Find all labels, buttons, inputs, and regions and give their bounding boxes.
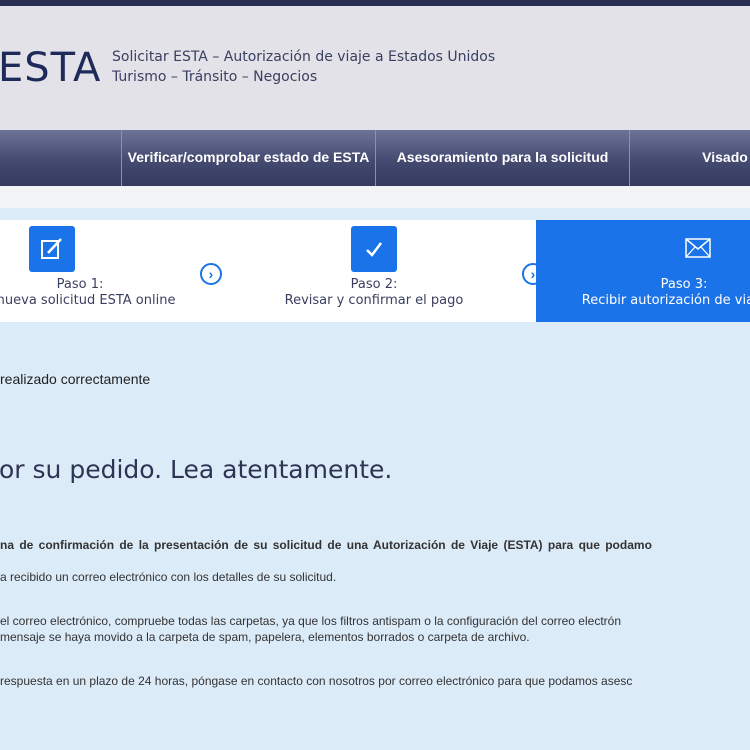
spam-check-line-2: mensaje se haya movido a la carpeta de s…: [0, 630, 530, 644]
step-1-text: a nueva solicitud ESTA online: [0, 293, 176, 308]
page-heading: or su pedido. Lea atentamente.: [0, 455, 393, 484]
chevron-right-icon: ›: [200, 263, 222, 285]
success-message: realizado correctamente: [0, 371, 151, 387]
edit-icon: [29, 226, 75, 272]
site-header: ESTA Solicitar ESTA – Autorización de vi…: [0, 6, 750, 130]
step-3-label: Paso 3: Recibir autorización de viaje ES: [564, 277, 750, 309]
step-1-label: Paso 1: a nueva solicitud ESTA online: [0, 277, 180, 309]
nav-item-application-advice[interactable]: Asesoramiento para la solicitud: [376, 130, 629, 186]
step-2-number: Paso 2:: [350, 277, 398, 292]
step-2-label: Paso 2: Revisar y confirmar el pago: [264, 277, 484, 309]
step-3-text: Recibir autorización de viaje ES: [581, 293, 750, 308]
envelope-icon: [685, 238, 711, 263]
progress-steps: Paso 1: a nueva solicitud ESTA online › …: [0, 220, 750, 322]
main-nav: Verificar/comprobar estado de ESTA Aseso…: [0, 130, 750, 186]
nav-item-visa[interactable]: Visado: [630, 130, 750, 186]
step-3-number: Paso 3:: [660, 277, 708, 292]
confirmation-paragraph: na de confirmación de la presentación de…: [0, 538, 652, 552]
tagline-line2: Turismo – Tránsito – Negocios: [112, 69, 318, 85]
step-2-text: Revisar y confirmar el pago: [284, 293, 464, 308]
esta-logo[interactable]: ESTA: [0, 44, 101, 92]
email-received-paragraph: a recibido un correo electrónico con los…: [0, 570, 337, 584]
site-tagline: Solicitar ESTA – Autorización de viaje a…: [112, 47, 495, 87]
step-3-active: Paso 3: Recibir autorización de viaje ES: [536, 220, 750, 322]
step-1-number: Paso 1:: [56, 277, 104, 292]
spam-check-line-1: el correo electrónico, compruebe todas l…: [0, 614, 621, 628]
nav-item-check-status[interactable]: Verificar/comprobar estado de ESTA: [122, 130, 375, 186]
tagline-line1: Solicitar ESTA – Autorización de viaje a…: [112, 49, 496, 65]
nav-spacer: [0, 186, 750, 208]
contact-paragraph: respuesta en un plazo de 24 horas, pónga…: [0, 674, 633, 688]
check-icon: [351, 226, 397, 272]
